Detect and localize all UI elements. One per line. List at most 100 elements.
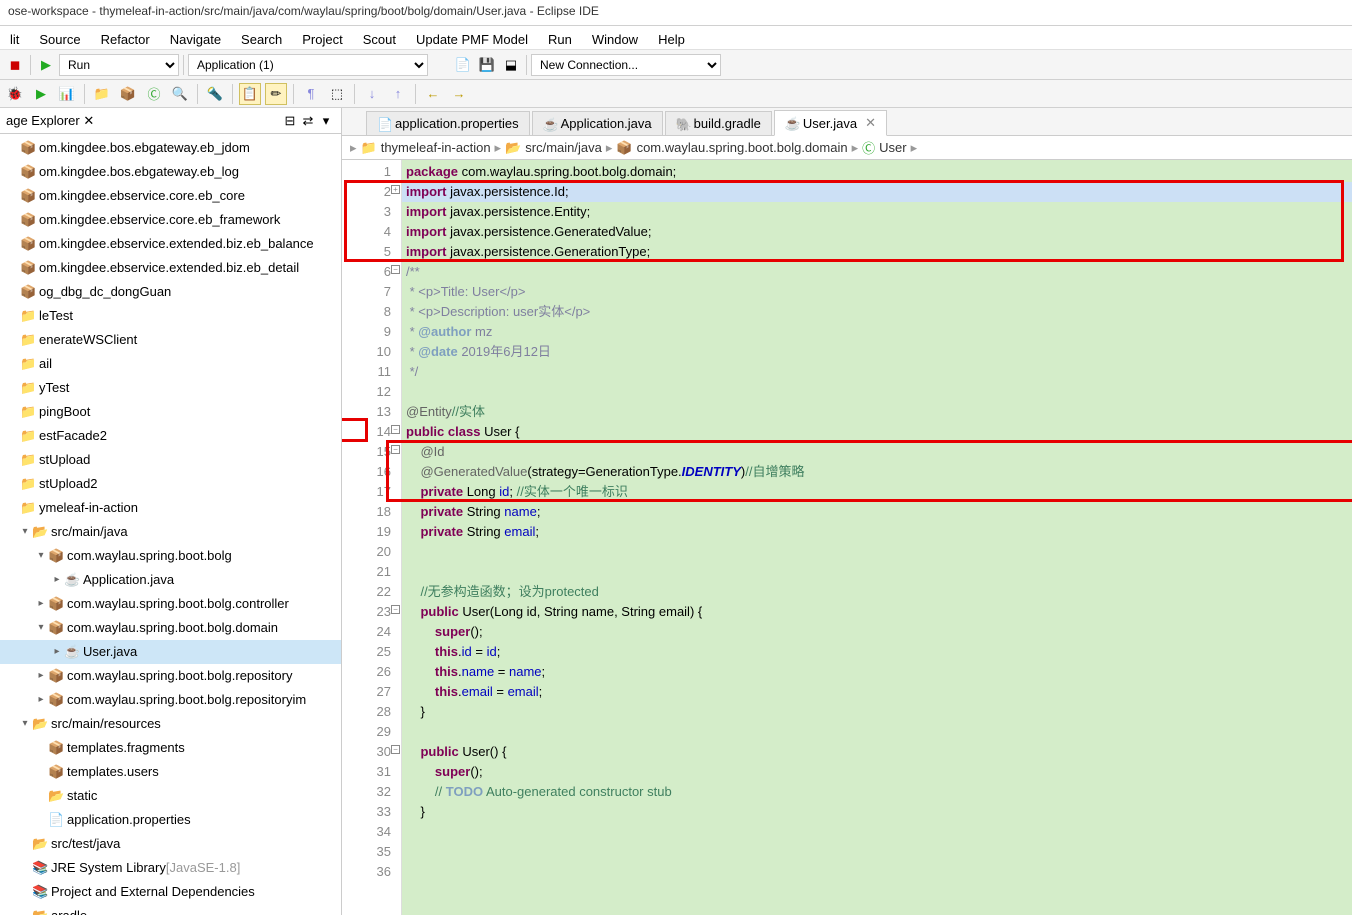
- tree-item[interactable]: 📁estFacade2: [0, 424, 341, 448]
- menu-update-pmf-model[interactable]: Update PMF Model: [406, 28, 538, 47]
- tree-item[interactable]: 📦og_dbg_dc_dongGuan: [0, 280, 341, 304]
- tree-item[interactable]: 📁ymeleaf-in-action: [0, 496, 341, 520]
- tree-item[interactable]: 📦om.kingdee.bos.ebgateway.eb_log: [0, 160, 341, 184]
- link-editor-icon[interactable]: ⇄: [299, 112, 317, 130]
- tree-item[interactable]: 📄application.properties: [0, 808, 341, 832]
- tree-item[interactable]: 📁leTest: [0, 304, 341, 328]
- show-whitespace-icon[interactable]: ¶: [300, 83, 322, 105]
- menu-window[interactable]: Window: [582, 28, 648, 47]
- block-selection-icon[interactable]: ⬚: [326, 83, 348, 105]
- close-icon[interactable]: ✕: [865, 115, 876, 131]
- connection-select[interactable]: New Connection...: [531, 54, 721, 76]
- new-button[interactable]: 📄: [452, 54, 474, 76]
- tree-item[interactable]: 📦om.kingdee.ebservice.core.eb_core: [0, 184, 341, 208]
- mark-occurrences-icon[interactable]: ✏: [265, 83, 287, 105]
- stop-button[interactable]: ◼: [4, 54, 26, 76]
- tree-item[interactable]: 📚JRE System Library [JavaSE-1.8]: [0, 856, 341, 880]
- prev-annotation-icon[interactable]: ↑: [387, 83, 409, 105]
- new-project-icon[interactable]: 📁: [91, 83, 113, 105]
- fold-icon[interactable]: −: [391, 425, 400, 434]
- fold-icon[interactable]: −: [391, 265, 400, 274]
- tree-item[interactable]: 📂src/test/java: [0, 832, 341, 856]
- expand-icon[interactable]: ▸: [50, 641, 64, 663]
- expand-icon[interactable]: ▾: [34, 545, 48, 567]
- new-package-icon[interactable]: 📦: [117, 83, 139, 105]
- tree-item[interactable]: ▸☕Application.java: [0, 568, 341, 592]
- code-editor[interactable]: 1234567891011121314151617181920212223242…: [342, 160, 1352, 915]
- chevron-right-icon: ▸: [350, 140, 357, 156]
- folder-icon: 📁: [20, 329, 36, 351]
- fold-icon[interactable]: +: [391, 185, 400, 194]
- pkg-icon: 📦: [48, 617, 64, 639]
- menu-lit[interactable]: lit: [0, 28, 29, 47]
- tree-item[interactable]: 📁ail: [0, 352, 341, 376]
- tree-item[interactable]: 📚Project and External Dependencies: [0, 880, 341, 904]
- menu-project[interactable]: Project: [292, 28, 352, 47]
- menu-source[interactable]: Source: [29, 28, 90, 47]
- view-menu-icon[interactable]: ▾: [317, 112, 335, 130]
- menu-scout[interactable]: Scout: [353, 28, 406, 47]
- tree-item[interactable]: 📦templates.users: [0, 760, 341, 784]
- tree-item[interactable]: ▸📦com.waylau.spring.boot.bolg.repository…: [0, 688, 341, 712]
- menu-refactor[interactable]: Refactor: [91, 28, 160, 47]
- run-config-select[interactable]: Run: [59, 54, 179, 76]
- debug-icon[interactable]: 🐞: [4, 83, 26, 105]
- toggle-button[interactable]: ⬓: [500, 54, 522, 76]
- menu-navigate[interactable]: Navigate: [160, 28, 231, 47]
- menu-search[interactable]: Search: [231, 28, 292, 47]
- expand-icon[interactable]: ▾: [18, 713, 32, 735]
- forward-icon[interactable]: →: [448, 83, 470, 105]
- tree-item[interactable]: ▸📦com.waylau.spring.boot.bolg.repository: [0, 664, 341, 688]
- java-icon: ☕: [64, 641, 80, 663]
- expand-icon[interactable]: ▸: [34, 665, 48, 687]
- expand-icon[interactable]: ▾: [34, 617, 48, 639]
- tree-item[interactable]: 📁yTest: [0, 376, 341, 400]
- coverage-icon[interactable]: 📊: [56, 83, 78, 105]
- tree-item[interactable]: 📦om.kingdee.ebservice.core.eb_framework: [0, 208, 341, 232]
- expand-icon[interactable]: ▸: [34, 689, 48, 711]
- explorer-tree[interactable]: 📦om.kingdee.bos.ebgateway.eb_jdom📦om.kin…: [0, 134, 341, 915]
- expand-icon[interactable]: ▸: [50, 569, 64, 591]
- expand-icon[interactable]: ▾: [18, 521, 32, 543]
- tree-item[interactable]: ▾📂src/main/java: [0, 520, 341, 544]
- tree-item[interactable]: ▸📦com.waylau.spring.boot.bolg.controller: [0, 592, 341, 616]
- save-button[interactable]: 💾: [476, 54, 498, 76]
- tab-build-gradle[interactable]: 🐘build.gradle: [665, 111, 772, 135]
- menu-help[interactable]: Help: [648, 28, 695, 47]
- collapse-all-icon[interactable]: ⊟: [281, 112, 299, 130]
- back-icon[interactable]: ←: [422, 83, 444, 105]
- fold-icon[interactable]: −: [391, 745, 400, 754]
- tab-Application-java[interactable]: ☕Application.java: [532, 111, 663, 135]
- fold-icon[interactable]: −: [391, 605, 400, 614]
- application-select[interactable]: Application (1): [188, 54, 428, 76]
- tree-item[interactable]: ▸☕User.java: [0, 640, 341, 664]
- tab-User-java[interactable]: ☕User.java✕: [774, 110, 887, 136]
- open-type-icon[interactable]: 🔍: [169, 83, 191, 105]
- tree-item[interactable]: ▾📂src/main/resources: [0, 712, 341, 736]
- folder2-icon: 📂: [32, 905, 48, 915]
- toggle-breadcrumb-icon[interactable]: 📋: [239, 83, 261, 105]
- tree-item[interactable]: 📁stUpload2: [0, 472, 341, 496]
- run-button[interactable]: ▶: [35, 54, 57, 76]
- tab-application-properties[interactable]: 📄application.properties: [366, 111, 530, 135]
- breadcrumb[interactable]: ▸ 📁thymeleaf-in-action ▸ 📂src/main/java …: [342, 136, 1352, 160]
- code-content[interactable]: package com.waylau.spring.boot.bolg.doma…: [402, 160, 1352, 915]
- new-class-icon[interactable]: Ⓒ: [143, 83, 165, 105]
- tree-item[interactable]: 📦om.kingdee.ebservice.extended.biz.eb_de…: [0, 256, 341, 280]
- tree-item[interactable]: 📦om.kingdee.ebservice.extended.biz.eb_ba…: [0, 232, 341, 256]
- tree-item[interactable]: 📦om.kingdee.bos.ebgateway.eb_jdom: [0, 136, 341, 160]
- tree-item[interactable]: 📁pingBoot: [0, 400, 341, 424]
- run-icon[interactable]: ▶: [30, 83, 52, 105]
- tree-item[interactable]: ▾📦com.waylau.spring.boot.bolg.domain: [0, 616, 341, 640]
- tree-item[interactable]: ▾📦com.waylau.spring.boot.bolg: [0, 544, 341, 568]
- next-annotation-icon[interactable]: ↓: [361, 83, 383, 105]
- tree-item[interactable]: 📁stUpload: [0, 448, 341, 472]
- tree-item[interactable]: 📂aradle: [0, 904, 341, 915]
- tree-item[interactable]: 📂static: [0, 784, 341, 808]
- menu-run[interactable]: Run: [538, 28, 582, 47]
- tree-item[interactable]: 📁enerateWSClient: [0, 328, 341, 352]
- search-icon[interactable]: 🔦: [204, 83, 226, 105]
- fold-icon[interactable]: −: [391, 445, 400, 454]
- tree-item[interactable]: 📦templates.fragments: [0, 736, 341, 760]
- expand-icon[interactable]: ▸: [34, 593, 48, 615]
